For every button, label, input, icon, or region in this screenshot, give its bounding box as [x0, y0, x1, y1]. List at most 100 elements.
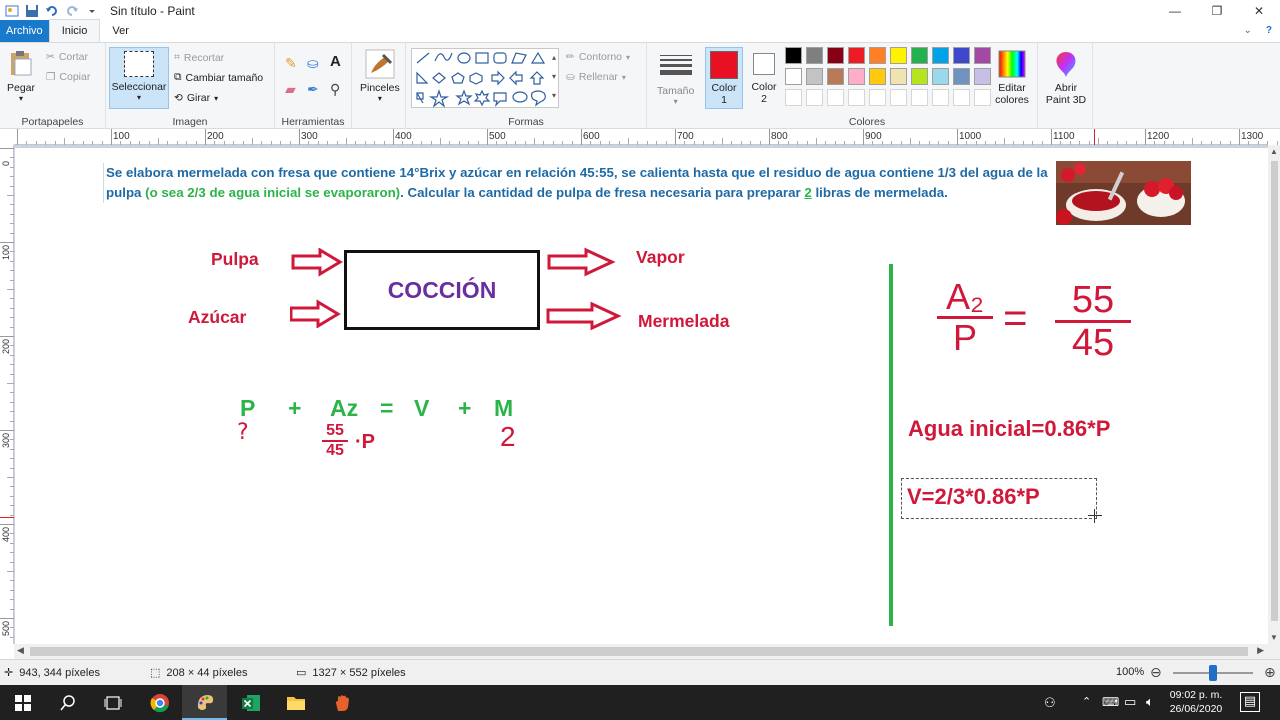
palette-swatch[interactable]	[890, 47, 907, 64]
help-icon[interactable]: ?	[1266, 25, 1272, 36]
undo-icon[interactable]	[44, 3, 60, 19]
select-button[interactable]: Seleccionar ▾	[109, 47, 169, 109]
tray-chevron-icon[interactable]: ⌃	[1082, 695, 1091, 708]
ruler-major-tick	[581, 129, 582, 145]
crop-button[interactable]: ⌗ Recortar	[174, 51, 224, 64]
minimize-button[interactable]: —	[1154, 0, 1196, 21]
palette-swatch[interactable]	[932, 47, 949, 64]
palette-swatch[interactable]	[848, 68, 865, 85]
taskbar-app[interactable]	[319, 685, 364, 720]
taskbar-file-explorer[interactable]	[273, 685, 318, 720]
fill-button[interactable]: ⛀ Rellenar ▾	[566, 71, 626, 83]
brushes-button[interactable]: Pinceles ▾	[360, 49, 400, 103]
palette-swatch[interactable]	[974, 68, 991, 85]
network-icon[interactable]: ⌨	[1102, 695, 1119, 709]
notifications-icon[interactable]: ▤	[1240, 692, 1260, 712]
scroll-left-icon[interactable]: ◀	[17, 645, 24, 656]
copy-button[interactable]: ❐ Copiar	[46, 71, 90, 83]
palette-swatch[interactable]	[890, 68, 907, 85]
edit-colors-button[interactable]: Editar colores	[992, 49, 1032, 106]
zoom-out-icon[interactable]: ⊖	[1150, 664, 1162, 681]
shapes-scroll[interactable]: ▴ ▾ ▾	[548, 48, 560, 108]
palette-swatch[interactable]	[869, 68, 886, 85]
eraser-icon[interactable]: ▰	[285, 81, 296, 98]
save-icon[interactable]	[24, 3, 40, 19]
palette-swatch[interactable]	[953, 47, 970, 64]
palette-swatch[interactable]	[974, 47, 991, 64]
palette-swatch[interactable]	[827, 68, 844, 85]
palette-swatch[interactable]	[911, 68, 928, 85]
canvas-workarea[interactable]: Se elabora mermelada con fresa que conti…	[14, 145, 1268, 644]
palette-swatch[interactable]	[911, 47, 928, 64]
palette-swatch[interactable]	[785, 47, 802, 64]
palette-empty-swatch[interactable]	[890, 89, 907, 106]
color2-button[interactable]: Color 2	[746, 47, 782, 109]
palette-empty-swatch[interactable]	[932, 89, 949, 106]
eq-equals: =	[380, 395, 394, 421]
palette-empty-swatch[interactable]	[869, 89, 886, 106]
task-view-button[interactable]	[90, 685, 135, 720]
open-paint3d-button[interactable]: Abrir Paint 3D	[1042, 49, 1090, 106]
palette-empty-swatch[interactable]	[911, 89, 928, 106]
drawing-canvas[interactable]: Se elabora mermelada con fresa que conti…	[15, 148, 1268, 644]
redo-icon[interactable]	[64, 3, 80, 19]
palette-swatch[interactable]	[806, 47, 823, 64]
tab-home[interactable]: Inicio	[48, 19, 101, 42]
colors-group-label: Colores	[848, 116, 886, 128]
taskbar-paint[interactable]	[182, 685, 227, 720]
customize-toolbar-icon[interactable]	[84, 3, 100, 19]
palette-empty-swatch[interactable]	[785, 89, 802, 106]
palette-empty-swatch[interactable]	[806, 89, 823, 106]
palette-swatch[interactable]	[953, 68, 970, 85]
vertical-scroll-thumb[interactable]	[1271, 161, 1278, 621]
resize-button[interactable]: ⧉ Cambiar tamaño	[174, 71, 263, 84]
taskbar-chrome[interactable]	[137, 685, 182, 720]
scroll-right-icon[interactable]: ▶	[1257, 645, 1264, 656]
taskbar-excel[interactable]	[228, 685, 273, 720]
palette-swatch[interactable]	[932, 68, 949, 85]
horizontal-scrollbar[interactable]: ◀ ▶	[14, 644, 1280, 659]
palette-swatch[interactable]	[869, 47, 886, 64]
palette-empty-swatch[interactable]	[827, 89, 844, 106]
cut-button[interactable]: ✂ Cortar	[46, 51, 88, 63]
tab-file[interactable]: Archivo	[0, 20, 49, 42]
rotate-button[interactable]: ⟲ Girar ▾	[174, 92, 218, 104]
zoom-in-icon[interactable]: ⊕	[1264, 664, 1276, 681]
palette-swatch[interactable]	[785, 68, 802, 85]
close-button[interactable]: ✕	[1238, 0, 1280, 21]
horizontal-scroll-thumb[interactable]	[30, 647, 1248, 656]
taskbar-clock[interactable]: 09:02 p. m. 26/06/2020	[1165, 688, 1227, 716]
palette-empty-swatch[interactable]	[974, 89, 991, 106]
color-palette	[785, 47, 995, 109]
text-tool-icon[interactable]: A	[330, 53, 341, 70]
color1-button[interactable]: Color 1	[705, 47, 743, 109]
scroll-down-icon[interactable]: ▼	[1270, 633, 1278, 642]
people-icon[interactable]: ⚇	[1044, 695, 1056, 711]
color-picker-icon[interactable]: ✒	[307, 81, 319, 98]
palette-swatch[interactable]	[806, 68, 823, 85]
battery-icon[interactable]: ▭	[1124, 694, 1136, 710]
paint-app-icon[interactable]	[4, 3, 20, 19]
palette-empty-swatch[interactable]	[848, 89, 865, 106]
size-button[interactable]: Tamaño ▾	[657, 49, 694, 106]
start-button[interactable]	[0, 685, 45, 720]
scroll-up-icon[interactable]: ▲	[1270, 147, 1278, 156]
fill-bucket-icon[interactable]: ⛀	[307, 55, 319, 72]
zoom-slider-thumb[interactable]	[1209, 665, 1217, 681]
palette-empty-swatch[interactable]	[953, 89, 970, 106]
ruler-label: 1200	[1147, 131, 1170, 142]
palette-swatch[interactable]	[827, 47, 844, 64]
ruler-label: 1100	[1053, 131, 1075, 142]
restore-button[interactable]: ❐	[1196, 0, 1238, 21]
shapes-gallery[interactable]	[411, 48, 559, 108]
volume-icon[interactable]: 🔈︎	[1146, 694, 1154, 710]
outline-button[interactable]: ✏ Contorno ▾	[566, 51, 630, 63]
magnifier-icon[interactable]: ⚲	[330, 81, 340, 98]
paste-button[interactable]: Pegar ▾	[6, 49, 36, 103]
tab-view[interactable]: Ver	[100, 20, 141, 42]
search-button[interactable]	[45, 685, 90, 720]
vertical-scrollbar[interactable]: ▲ ▼	[1268, 145, 1280, 644]
pencil-icon[interactable]: ✎	[285, 55, 297, 72]
collapse-ribbon-icon[interactable]: ⌄	[1244, 25, 1252, 36]
palette-swatch[interactable]	[848, 47, 865, 64]
